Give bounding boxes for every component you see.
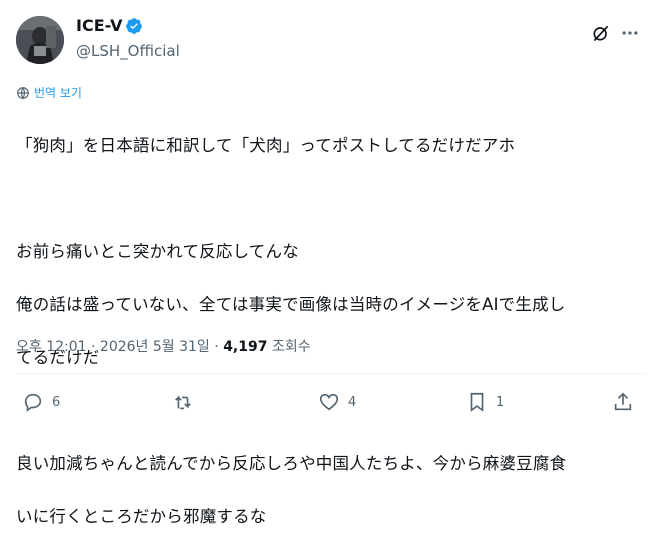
heart-icon <box>319 393 339 411</box>
translate-link[interactable]: 번역 보기 <box>16 84 82 101</box>
reply-icon <box>24 393 42 412</box>
like-button[interactable]: 4 <box>318 391 356 413</box>
tweet-time[interactable]: 오후 12:01 <box>16 339 87 355</box>
retweet-button[interactable] <box>172 391 202 413</box>
tweet-line: ​ <box>16 186 646 213</box>
bookmark-count: 1 <box>496 394 505 410</box>
tweet-line: いに行くところだから邪魔するな <box>16 506 267 526</box>
avatar-image <box>16 16 64 64</box>
tweet-line: 俺の話は盛っていない、全ては事実で画像は当時のイメージをAIで生成し <box>16 294 566 314</box>
avatar[interactable] <box>16 16 64 64</box>
tweet-line: お前ら痛いとこ突かれて反応してんな <box>16 241 299 261</box>
grok-icon[interactable] <box>590 22 612 44</box>
reply-button[interactable]: 6 <box>22 391 60 413</box>
bookmark-button[interactable]: 1 <box>466 391 504 413</box>
tweet-line: 良い加減ちゃんと読んでから反応しろや中国人たちよ、今から麻婆豆腐食 <box>16 453 567 473</box>
tweet-text: 「狗肉」を日本語に和訳して「犬肉」ってポストしてるだけだアホ ​ お前ら痛いとこ… <box>16 106 646 557</box>
share-icon <box>614 392 632 411</box>
views-count: 4,197 <box>223 339 268 355</box>
more-icon[interactable] <box>619 22 641 44</box>
verified-badge-icon <box>125 17 143 35</box>
like-count: 4 <box>348 394 357 410</box>
share-button[interactable] <box>612 391 634 413</box>
tweet-meta: 오후 12:01 · 2026년 5월 31일 · 4,197 조회수 <box>16 337 311 357</box>
display-name[interactable]: ICE-V <box>76 16 122 36</box>
meta-separator: · <box>214 339 219 355</box>
divider <box>16 373 646 374</box>
tweet-header: ICE-V @LSH_Official <box>0 0 665 80</box>
reply-count: 6 <box>52 394 61 410</box>
meta-separator: · <box>91 339 96 355</box>
retweet-icon <box>175 395 191 410</box>
tweet-line: 「狗肉」を日本語に和訳して「犬肉」ってポストしてるだけだアホ <box>16 135 516 155</box>
action-bar: 6 4 1 <box>0 385 665 421</box>
views-label: 조회수 <box>271 339 311 355</box>
user-handle[interactable]: @LSH_Official <box>76 41 180 61</box>
tweet-date[interactable]: 2026년 5월 31일 <box>100 339 210 355</box>
name-row: ICE-V <box>76 16 143 36</box>
globe-icon <box>17 86 29 99</box>
bookmark-icon <box>470 392 484 412</box>
translate-label: 번역 보기 <box>34 86 82 100</box>
